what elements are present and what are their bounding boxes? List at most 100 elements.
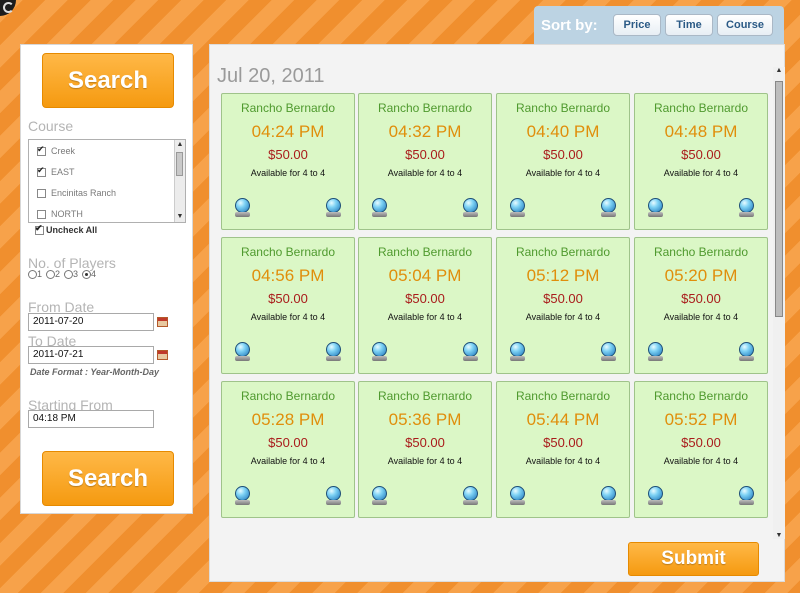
course-item-north[interactable]: NORTH bbox=[37, 209, 83, 219]
date-heading: Jul 20, 2011 bbox=[217, 65, 325, 87]
availability: Available for 4 to 4 bbox=[663, 168, 739, 178]
globe-icon[interactable] bbox=[370, 486, 389, 506]
globe-icon[interactable] bbox=[508, 486, 527, 506]
availability: Available for 4 to 4 bbox=[250, 168, 326, 178]
globe-icon[interactable] bbox=[646, 198, 665, 218]
submit-button[interactable]: Submit bbox=[628, 542, 759, 576]
globe-icon[interactable] bbox=[599, 486, 618, 506]
globe-icon[interactable] bbox=[508, 198, 527, 218]
course-item-encinitas-ranch[interactable]: Encinitas Ranch bbox=[37, 188, 116, 198]
sort-course-button[interactable]: Course bbox=[717, 14, 773, 36]
checkbox-icon[interactable] bbox=[37, 165, 46, 177]
players-option-3[interactable]: 3 bbox=[64, 269, 78, 280]
tee-time-card[interactable]: Rancho Bernardo 05:28 PM $50.00 Available f… bbox=[221, 381, 355, 518]
globe-icon[interactable] bbox=[599, 342, 618, 362]
checkbox-icon[interactable] bbox=[35, 223, 44, 235]
globe-icon[interactable] bbox=[737, 198, 756, 218]
tee-time-card[interactable]: Rancho Bernardo 05:04 PM $50.00 Available f… bbox=[358, 237, 492, 374]
globe-icon[interactable] bbox=[233, 198, 252, 218]
course-item-creek[interactable]: Creek bbox=[37, 144, 75, 156]
globe-icon[interactable] bbox=[370, 342, 389, 362]
tee-time: 05:28 PM bbox=[251, 410, 325, 429]
availability: Available for 4 to 4 bbox=[250, 456, 326, 466]
globe-icon[interactable] bbox=[737, 342, 756, 362]
globe-icon[interactable] bbox=[233, 486, 252, 506]
calendar-icon[interactable] bbox=[157, 317, 168, 327]
app-corner-icon[interactable] bbox=[0, 0, 16, 16]
players-option-1[interactable]: 1 bbox=[28, 269, 42, 280]
globe-icon[interactable] bbox=[370, 198, 389, 218]
scrollbar-thumb[interactable] bbox=[176, 152, 183, 176]
tee-time-card[interactable]: Rancho Bernardo 05:44 PM $50.00 Available f… bbox=[496, 381, 630, 518]
price: $50.00 bbox=[405, 147, 445, 162]
sort-bar: Sort by: Price Time Course bbox=[534, 6, 784, 44]
availability: Available for 4 to 4 bbox=[387, 168, 463, 178]
course-name: Rancho Bernardo bbox=[240, 101, 336, 115]
tee-time: 05:36 PM bbox=[388, 410, 462, 429]
to-date-field[interactable]: 2011-07-21 bbox=[28, 346, 154, 364]
globe-icon[interactable] bbox=[324, 486, 343, 506]
availability: Available for 4 to 4 bbox=[663, 456, 739, 466]
main-scrollbar[interactable]: ▲ ▼ bbox=[773, 67, 785, 539]
globe-icon[interactable] bbox=[508, 342, 527, 362]
sort-price-button[interactable]: Price bbox=[613, 14, 661, 36]
search-sidebar: Search Course Creek EAST Encinitas Ranch… bbox=[20, 44, 193, 514]
course-item-east[interactable]: EAST bbox=[37, 165, 75, 177]
globe-icon[interactable] bbox=[599, 198, 618, 218]
calendar-icon[interactable] bbox=[157, 350, 168, 360]
price: $50.00 bbox=[543, 147, 583, 162]
price: $50.00 bbox=[268, 435, 308, 450]
price: $50.00 bbox=[543, 291, 583, 306]
course-name: Rancho Bernardo bbox=[240, 245, 336, 259]
tee-time-card[interactable]: Rancho Bernardo 04:32 PM $50.00 Available f… bbox=[358, 93, 492, 230]
sort-label: Sort by: bbox=[541, 17, 598, 34]
course-list[interactable]: Creek EAST Encinitas Ranch NORTH ▲ ▼ bbox=[28, 139, 186, 223]
globe-icon[interactable] bbox=[461, 486, 480, 506]
starting-from-field[interactable]: 04:18 PM bbox=[28, 410, 154, 428]
tee-time-card[interactable]: Rancho Bernardo 04:56 PM $50.00 Available f… bbox=[221, 237, 355, 374]
globe-icon[interactable] bbox=[233, 342, 252, 362]
course-name: Rancho Bernardo bbox=[240, 389, 336, 403]
globe-icon[interactable] bbox=[324, 198, 343, 218]
sort-time-button[interactable]: Time bbox=[665, 14, 713, 36]
tee-time-card[interactable]: Rancho Bernardo 05:20 PM $50.00 Available f… bbox=[634, 237, 768, 374]
globe-icon[interactable] bbox=[461, 342, 480, 362]
globe-icon[interactable] bbox=[646, 486, 665, 506]
checkbox-icon[interactable] bbox=[37, 188, 46, 198]
players-option-4[interactable]: 4 bbox=[82, 269, 96, 280]
tee-time-card[interactable]: Rancho Bernardo 05:36 PM $50.00 Available f… bbox=[358, 381, 492, 518]
globe-icon[interactable] bbox=[461, 198, 480, 218]
scrollbar-thumb[interactable] bbox=[775, 81, 783, 317]
checkbox-icon[interactable] bbox=[37, 144, 46, 156]
tee-time: 04:40 PM bbox=[526, 122, 600, 141]
availability: Available for 4 to 4 bbox=[387, 312, 463, 322]
tee-time-card[interactable]: Rancho Bernardo 05:52 PM $50.00 Available f… bbox=[634, 381, 768, 518]
availability: Available for 4 to 4 bbox=[525, 312, 601, 322]
search-button-top[interactable]: Search bbox=[42, 53, 174, 108]
scroll-up-icon[interactable]: ▲ bbox=[773, 67, 785, 74]
globe-icon[interactable] bbox=[646, 342, 665, 362]
tee-time-card[interactable]: Rancho Bernardo 04:40 PM $50.00 Available f… bbox=[496, 93, 630, 230]
tee-time-card[interactable]: Rancho Bernardo 04:48 PM $50.00 Available f… bbox=[634, 93, 768, 230]
tee-time-card[interactable]: Rancho Bernardo 05:12 PM $50.00 Available f… bbox=[496, 237, 630, 374]
tee-time: 04:24 PM bbox=[251, 122, 325, 141]
tee-time: 05:52 PM bbox=[664, 410, 738, 429]
globe-icon[interactable] bbox=[737, 486, 756, 506]
from-date-field[interactable]: 2011-07-20 bbox=[28, 313, 154, 331]
uncheck-all-toggle[interactable]: Uncheck All bbox=[35, 223, 97, 235]
course-list-scrollbar[interactable]: ▲ ▼ bbox=[174, 140, 185, 222]
globe-icon[interactable] bbox=[324, 342, 343, 362]
tee-time-card[interactable]: Rancho Bernardo 04:24 PM $50.00 Available f… bbox=[221, 93, 355, 230]
checkbox-icon[interactable] bbox=[37, 209, 46, 219]
scroll-down-icon[interactable]: ▼ bbox=[175, 212, 185, 222]
players-radio-group[interactable]: 1 2 3 4 bbox=[28, 269, 96, 280]
course-name: Rancho Bernardo bbox=[653, 245, 749, 259]
availability: Available for 4 to 4 bbox=[250, 312, 326, 322]
tee-time: 04:56 PM bbox=[251, 266, 325, 285]
tee-time: 05:20 PM bbox=[664, 266, 738, 285]
search-button-bottom[interactable]: Search bbox=[42, 451, 174, 506]
course-name: Rancho Bernardo bbox=[653, 389, 749, 403]
scroll-up-icon[interactable]: ▲ bbox=[175, 140, 185, 150]
players-option-2[interactable]: 2 bbox=[46, 269, 60, 280]
scroll-down-icon[interactable]: ▼ bbox=[773, 532, 785, 539]
